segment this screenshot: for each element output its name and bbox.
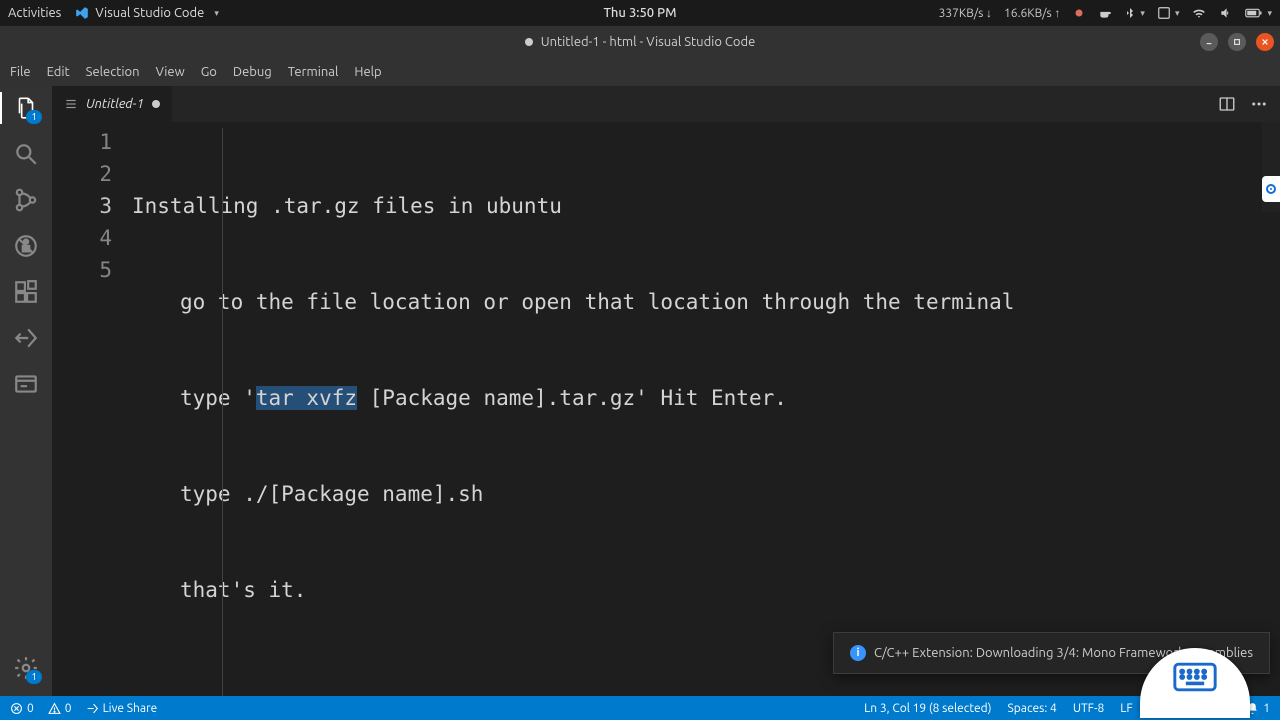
extensions-icon[interactable]: [12, 278, 40, 306]
menu-terminal[interactable]: Terminal: [288, 65, 339, 79]
app-menu[interactable]: Visual Studio Code ▾: [75, 6, 219, 20]
window-title: Untitled-1 - html - Visual Studio Code: [541, 35, 756, 49]
status-bar: 0 0 Live Share Ln 3, Col 19 (8 selected)…: [0, 696, 1280, 720]
indent-guide: [222, 128, 223, 696]
activity-bar: 1 1: [0, 86, 52, 696]
indicator-icon[interactable]: ▾: [1157, 6, 1180, 20]
status-warnings[interactable]: 0: [48, 702, 72, 715]
live-share-icon[interactable]: [12, 324, 40, 352]
net-up: 16.6KB/s ↑: [1004, 6, 1060, 20]
battery-icon[interactable]: ▾: [1245, 7, 1272, 19]
split-editor-icon[interactable]: [1218, 95, 1236, 113]
file-icon: [64, 97, 78, 111]
settings-badge: 1: [26, 670, 42, 684]
gnome-top-bar: Activities Visual Studio Code ▾ Thu 3:50…: [0, 0, 1280, 26]
status-indent[interactable]: Spaces: 4: [1007, 702, 1056, 715]
bluetooth-icon[interactable]: ▾: [1124, 6, 1145, 20]
settings-icon[interactable]: 1: [12, 654, 40, 682]
screencast-icon[interactable]: [1072, 6, 1086, 20]
caffeine-icon[interactable]: [1098, 6, 1112, 20]
debug-icon[interactable]: [12, 232, 40, 260]
activities-button[interactable]: Activities: [8, 6, 61, 20]
app-menu-label: Visual Studio Code: [95, 6, 204, 20]
status-encoding[interactable]: UTF-8: [1073, 702, 1104, 715]
wifi-icon[interactable]: [1191, 6, 1207, 20]
code-editor[interactable]: 1 2 3 4 5 Installing .tar.gz files in ub…: [52, 122, 1280, 696]
chevron-down-icon: ▾: [214, 8, 219, 19]
tab-label: Untitled-1: [86, 97, 144, 111]
menu-help[interactable]: Help: [354, 65, 381, 79]
status-cursor[interactable]: Ln 3, Col 19 (8 selected): [864, 702, 991, 715]
status-eol[interactable]: LF: [1120, 702, 1132, 715]
status-errors[interactable]: 0: [10, 702, 34, 715]
teamviewer-panel-stub[interactable]: [1262, 176, 1280, 202]
info-icon: i: [850, 645, 866, 661]
menu-debug[interactable]: Debug: [233, 65, 272, 79]
minimize-button[interactable]: [1200, 33, 1218, 51]
explorer-badge: 1: [26, 110, 42, 124]
more-actions-icon[interactable]: [1250, 95, 1268, 113]
menu-edit[interactable]: Edit: [47, 65, 70, 79]
menu-go[interactable]: Go: [201, 65, 217, 79]
explorer-icon[interactable]: 1: [12, 94, 40, 122]
menu-selection[interactable]: Selection: [86, 65, 140, 79]
clock[interactable]: Thu 3:50 PM: [603, 6, 676, 20]
keyboard-icon: [1173, 662, 1217, 692]
unsaved-dot-icon: [525, 38, 533, 46]
code-lines: Installing .tar.gz files in ubuntu go to…: [132, 126, 1014, 696]
menu-bar: File Edit Selection View Go Debug Termin…: [0, 58, 1280, 86]
editor-group: Untitled-1 1 2 3 4 5 Installing .tar.gz …: [52, 86, 1280, 696]
output-icon[interactable]: [12, 370, 40, 398]
menu-view[interactable]: View: [156, 65, 185, 79]
volume-icon[interactable]: [1219, 6, 1233, 20]
close-button[interactable]: [1256, 33, 1274, 51]
scm-icon[interactable]: [12, 186, 40, 214]
teamviewer-icon: [1266, 184, 1276, 194]
tabs-bar: Untitled-1: [52, 86, 1280, 122]
search-icon[interactable]: [12, 140, 40, 168]
text-selection: tar xvfz: [256, 386, 357, 410]
maximize-button[interactable]: [1228, 33, 1246, 51]
line-gutter: 1 2 3 4 5: [52, 126, 132, 696]
net-down: 337KB/s ↓: [939, 6, 992, 20]
status-live-share[interactable]: Live Share: [86, 702, 158, 715]
vscode-icon: [75, 6, 89, 20]
tab-untitled-1[interactable]: Untitled-1: [52, 86, 172, 122]
menu-file[interactable]: File: [10, 65, 31, 79]
dirty-indicator-icon: [152, 100, 160, 108]
window-titlebar: Untitled-1 - html - Visual Studio Code: [0, 26, 1280, 58]
